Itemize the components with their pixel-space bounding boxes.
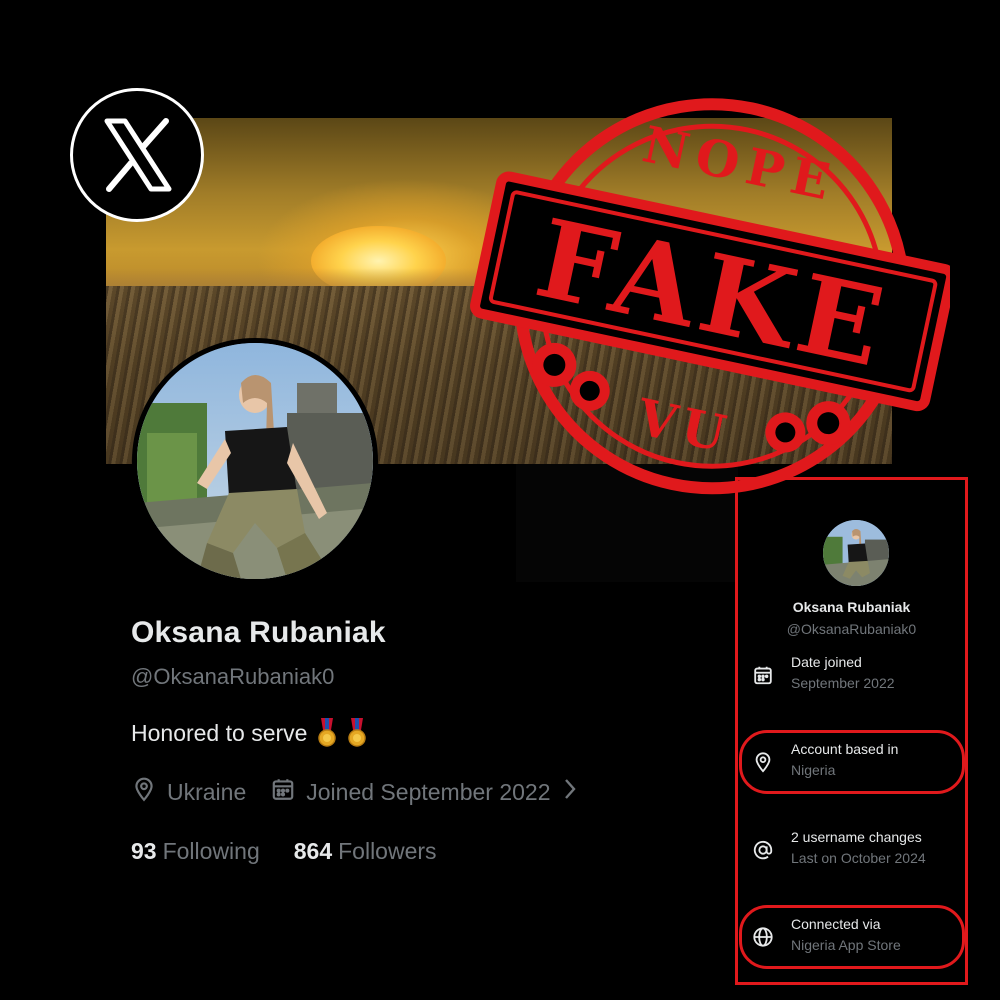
profile-meta: Ukraine Joined September 2022 <box>131 776 579 808</box>
profile-bio: Honored to serve <box>131 718 367 748</box>
followers-label: Followers <box>338 838 437 864</box>
followers-link[interactable]: 864 Followers <box>294 838 437 865</box>
row-title: Date joined <box>791 654 862 670</box>
highlight-connected-via <box>739 905 965 969</box>
calendar-icon <box>270 776 296 808</box>
row-value: Last on October 2024 <box>791 850 926 866</box>
joined-item[interactable]: Joined September 2022 <box>270 776 551 808</box>
highlight-account-based-in <box>739 730 965 794</box>
profile-handle: @OksanaRubaniak0 <box>131 664 335 689</box>
profile-counts: 93 Following 864 Followers <box>131 838 437 865</box>
row-value: September 2022 <box>791 675 895 691</box>
panel-name: Oksana Rubaniak <box>792 599 911 615</box>
fake-stamp: NOPE FAKE VU <box>470 96 957 516</box>
calendar-icon <box>752 664 774 686</box>
binoculars-icon <box>532 342 610 411</box>
medal-emoji-icon <box>347 718 367 748</box>
panel-avatar <box>823 520 889 586</box>
following-label: Following <box>162 838 260 864</box>
panel-row-date-joined: Date joined September 2022 <box>748 654 958 698</box>
location-text: Ukraine <box>167 778 247 805</box>
following-count: 93 <box>131 838 157 864</box>
profile-avatar[interactable] <box>132 338 378 584</box>
profile-name: Oksana Rubaniak <box>131 616 386 649</box>
chevron-right-icon[interactable] <box>561 776 579 808</box>
medal-emoji-icon <box>317 718 337 748</box>
panel-row-username-changes: 2 username changes Last on October 2024 <box>748 829 958 873</box>
following-link[interactable]: 93 Following <box>131 838 260 865</box>
at-sign-icon <box>752 839 774 861</box>
location-item: Ukraine <box>131 776 246 808</box>
row-title: 2 username changes <box>791 829 922 845</box>
panel-handle: @OksanaRubaniak0 <box>786 621 917 637</box>
followers-count: 864 <box>293 838 333 864</box>
bio-text: Honored to serve <box>131 719 308 746</box>
about-account-panel: Oksana Rubaniak @OksanaRubaniak0 Date jo… <box>735 477 968 985</box>
joined-text: Joined September 2022 <box>306 778 551 805</box>
x-logo-icon <box>70 88 204 222</box>
location-pin-icon <box>131 776 157 808</box>
